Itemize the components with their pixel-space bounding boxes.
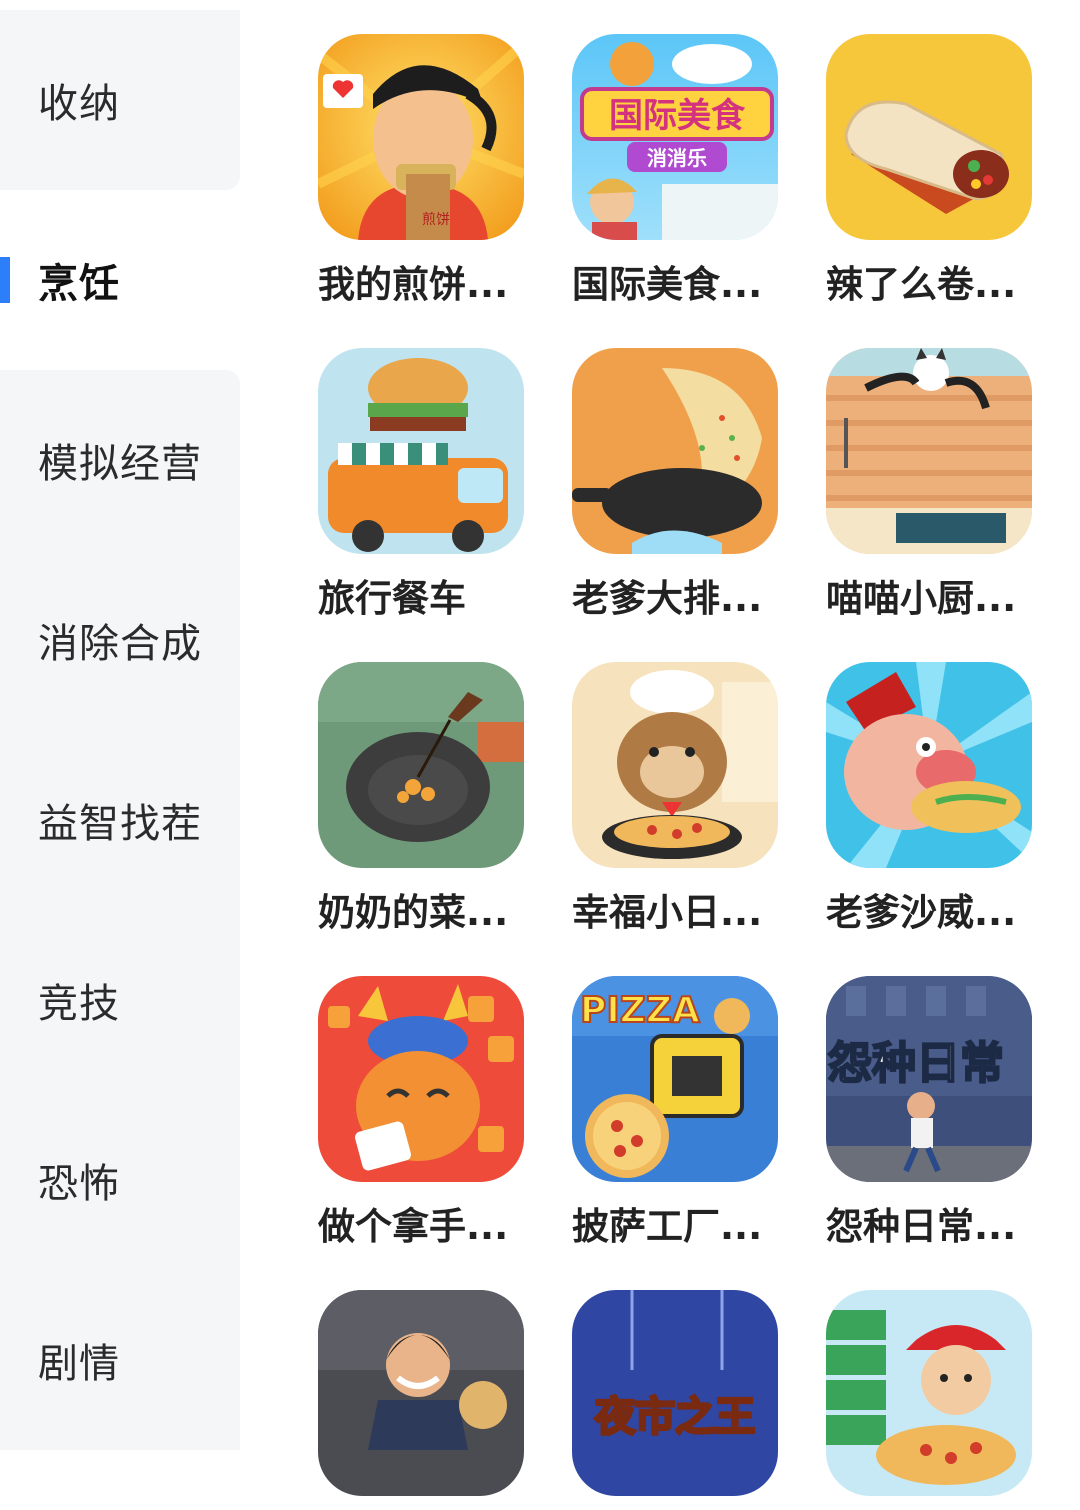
- icon-subtitle: 消消乐: [647, 146, 707, 170]
- sidebar-item-label: 消除合成: [38, 621, 202, 667]
- game-card[interactable]: 喵喵小厨...: [826, 348, 1032, 622]
- sidebar-item-horror[interactable]: 恐怖: [0, 1090, 240, 1270]
- game-card[interactable]: [318, 1290, 524, 1510]
- burrito-icon[interactable]: [826, 34, 1032, 240]
- wok-fried-rice-icon[interactable]: [572, 348, 778, 554]
- sidebar-item-label: 剧情: [38, 1341, 120, 1387]
- game-card[interactable]: 老爹沙威...: [826, 662, 1032, 936]
- game-title: 奶奶的菜...: [318, 891, 509, 934]
- game-card[interactable]: 旅行餐车: [318, 348, 524, 622]
- beaver-chef-pizza-icon[interactable]: [572, 662, 778, 868]
- international-food-icon[interactable]: 国际美食 消消乐: [572, 34, 778, 240]
- game-title: 老爹沙威...: [826, 891, 1017, 934]
- sidebar-item-label: 收纳: [38, 81, 120, 127]
- shawarma-man-icon[interactable]: [826, 662, 1032, 868]
- sidebar-item-label: 竞技: [38, 981, 120, 1027]
- game-title: 做个拿手...: [318, 1205, 509, 1248]
- game-card[interactable]: 老爹大排...: [572, 348, 778, 622]
- lobster-dragon-icon[interactable]: [318, 976, 524, 1182]
- sidebar-item-competitive[interactable]: 竞技: [0, 910, 240, 1090]
- game-title: 幸福小日...: [572, 891, 763, 934]
- sidebar-item-puzzle[interactable]: 益智找茬: [0, 730, 240, 910]
- sidebar-item-label: 模拟经营: [38, 441, 202, 487]
- game-title: 披萨工厂...: [572, 1205, 763, 1248]
- game-title: 我的煎饼...: [318, 263, 509, 306]
- icon-text: 煎饼: [422, 212, 450, 228]
- game-card[interactable]: 幸福小日...: [572, 662, 778, 936]
- sidebar-item-cooking[interactable]: 烹饪: [0, 190, 240, 370]
- food-truck-icon[interactable]: [318, 348, 524, 554]
- icon-title: 怨种日常: [828, 1038, 1004, 1089]
- cat-kitchen-icon[interactable]: [826, 348, 1032, 554]
- grandma-wok-icon[interactable]: [318, 662, 524, 868]
- sidebar-item-story[interactable]: 剧情: [0, 1270, 240, 1450]
- game-card[interactable]: 怨种日常 怨种日常...: [826, 976, 1032, 1250]
- game-card[interactable]: 夜市之王: [572, 1290, 778, 1510]
- sidebar-item-match-merge[interactable]: 消除合成: [0, 550, 240, 730]
- game-card[interactable]: 辣了么卷...: [826, 34, 1032, 308]
- sidebar-item-simulation[interactable]: 模拟经营: [0, 370, 240, 550]
- category-sidebar: 收纳 烹饪 模拟经营 消除合成 益智找茬 竞技 恐怖 剧情: [0, 0, 240, 1450]
- sidebar-item-label: 益智找茬: [38, 801, 202, 847]
- night-market-king-icon[interactable]: 夜市之王: [572, 1290, 778, 1496]
- game-title: 国际美食...: [572, 263, 763, 306]
- active-indicator: [0, 257, 10, 303]
- game-title: 老爹大排...: [572, 577, 763, 620]
- game-title: 辣了么卷...: [826, 263, 1017, 306]
- game-card[interactable]: PIZZA 披萨工厂...: [572, 976, 778, 1250]
- sidebar-item-label: 烹饪: [38, 261, 120, 307]
- pizza-factory-icon[interactable]: PIZZA: [572, 976, 778, 1182]
- sidebar-item-label: 恐怖: [38, 1161, 120, 1207]
- pizza-delivery-boy-icon[interactable]: [826, 1290, 1032, 1496]
- game-card[interactable]: 做个拿手...: [318, 976, 524, 1250]
- sidebar-item-storage[interactable]: 收纳: [0, 10, 240, 190]
- game-card[interactable]: 煎饼 我的煎饼...: [318, 34, 524, 308]
- game-card[interactable]: 奶奶的菜...: [318, 662, 524, 936]
- unlucky-daily-icon[interactable]: 怨种日常: [826, 976, 1032, 1182]
- game-title: 喵喵小厨...: [826, 577, 1017, 620]
- icon-title: 夜市之王: [594, 1394, 755, 1440]
- bbq-man-icon[interactable]: [318, 1290, 524, 1496]
- icon-title: 国际美食: [609, 96, 746, 136]
- game-card[interactable]: [826, 1290, 1032, 1510]
- game-card[interactable]: 国际美食 消消乐 国际美食...: [572, 34, 778, 308]
- game-title: 怨种日常...: [826, 1205, 1017, 1248]
- game-title: 旅行餐车: [318, 577, 466, 620]
- icon-title: PIZZA: [580, 990, 700, 1031]
- pancake-man-icon[interactable]: 煎饼: [318, 34, 524, 240]
